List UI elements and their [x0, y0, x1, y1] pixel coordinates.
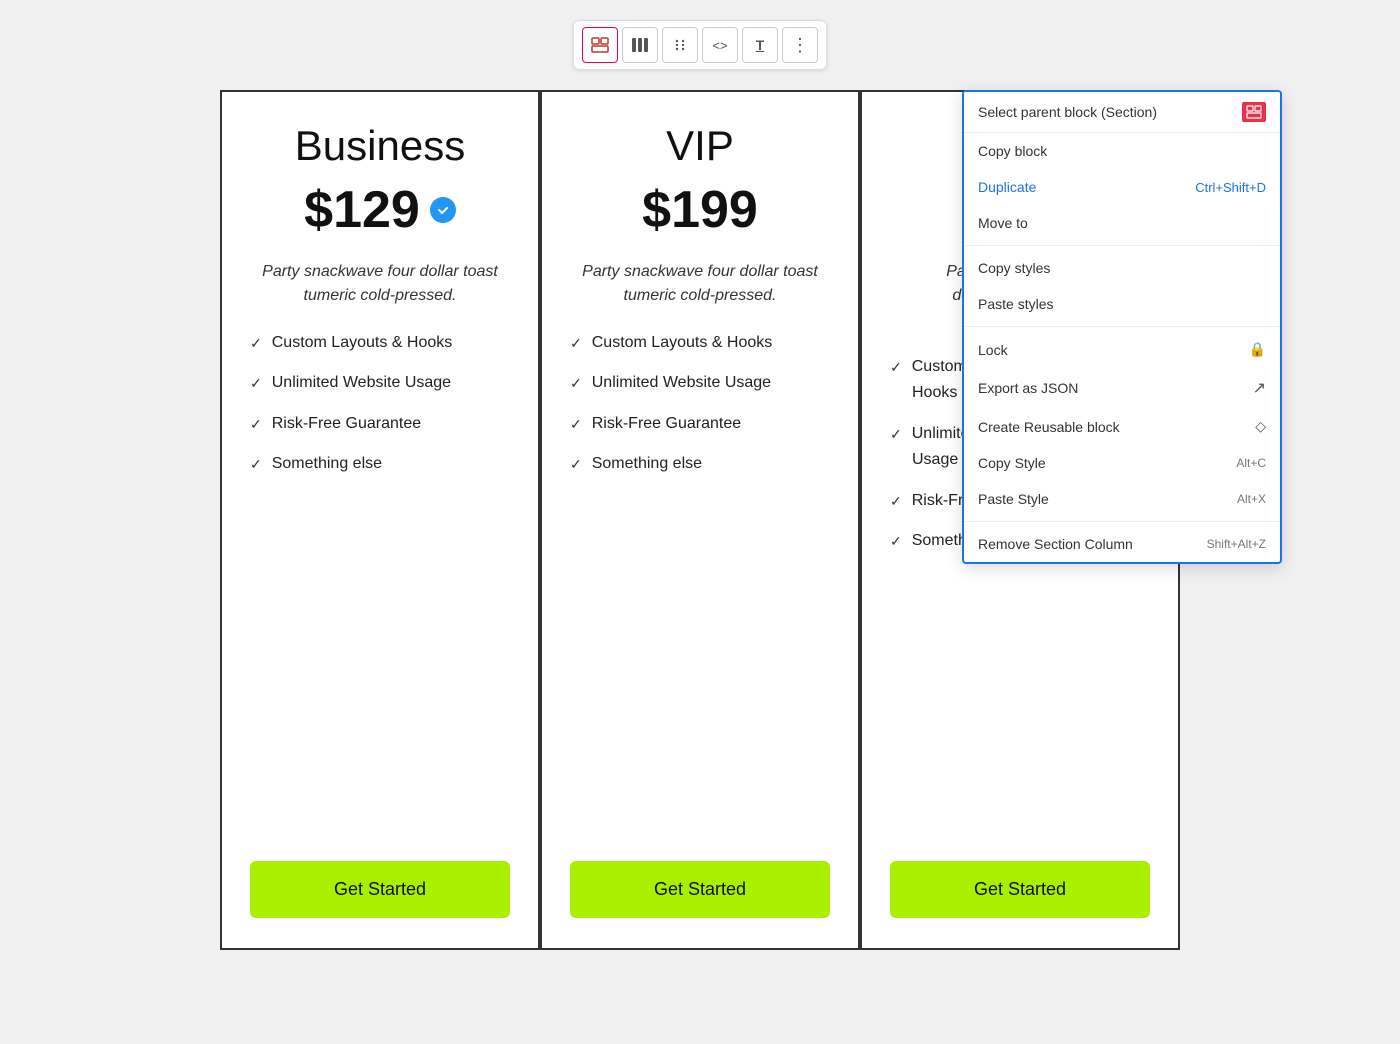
- check-mark-icon: ✓: [250, 334, 262, 354]
- section-icon-btn[interactable]: [582, 27, 618, 63]
- price-vip-1: $199: [642, 180, 758, 240]
- get-started-button-vip-1[interactable]: Get Started: [570, 861, 830, 918]
- feature-item: ✓ Unlimited Website Usage: [570, 372, 830, 394]
- check-mark-icon: ✓: [570, 374, 582, 394]
- drag-handle-btn[interactable]: [662, 27, 698, 63]
- feature-item: ✓ Risk-Free Guarantee: [250, 413, 510, 435]
- reusable-icon: ◇: [1255, 418, 1266, 435]
- main-content: Business $129 Party snackwave four dolla…: [20, 90, 1380, 950]
- check-mark-icon: ✓: [250, 455, 262, 475]
- check-mark-icon: ✓: [890, 358, 902, 378]
- divider-2: [964, 326, 1280, 327]
- editor-toolbar: <> T ⋮: [573, 20, 827, 70]
- export-json-label: Export as JSON: [978, 380, 1078, 396]
- copy-style-label: Copy Style: [978, 455, 1046, 471]
- features-list-vip-1: ✓ Custom Layouts & Hooks ✓ Unlimited Web…: [570, 332, 830, 831]
- pricing-card-vip-1: VIP $199 Party snackwave four dollar toa…: [540, 90, 860, 950]
- check-mark-icon: ✓: [570, 455, 582, 475]
- more-options-btn[interactable]: ⋮: [782, 27, 818, 63]
- create-reusable-item[interactable]: Create Reusable block ◇: [964, 408, 1280, 445]
- check-mark-icon: ✓: [890, 492, 902, 512]
- remove-section-label: Remove Section Column: [978, 536, 1133, 552]
- copy-styles-item[interactable]: Copy styles: [964, 250, 1280, 286]
- feature-item: ✓ Custom Layouts & Hooks: [570, 332, 830, 354]
- copy-style-item[interactable]: Copy Style Alt+C: [964, 445, 1280, 481]
- remove-section-shortcut: Shift+Alt+Z: [1207, 537, 1266, 551]
- check-badge-business: [430, 197, 456, 223]
- feature-text: Something else: [272, 453, 382, 475]
- price-business: $129: [304, 180, 420, 240]
- feature-item: ✓ Unlimited Website Usage: [250, 372, 510, 394]
- remove-section-item[interactable]: Remove Section Column Shift+Alt+Z: [964, 526, 1280, 562]
- context-menu: Select parent block (Section) Copy block…: [962, 90, 1282, 564]
- export-icon: ↗: [1253, 378, 1266, 398]
- feature-item: ✓ Something else: [250, 453, 510, 475]
- move-to-label: Move to: [978, 215, 1028, 231]
- lock-icon: 🔒: [1249, 341, 1266, 358]
- feature-text: Custom Layouts & Hooks: [592, 332, 773, 354]
- export-json-item[interactable]: Export as JSON ↗: [964, 368, 1280, 408]
- columns-icon-btn[interactable]: [622, 27, 658, 63]
- lock-label: Lock: [978, 342, 1008, 358]
- check-mark-icon: ✓: [570, 415, 582, 435]
- paste-style-item[interactable]: Paste Style Alt+X: [964, 481, 1280, 517]
- feature-text: Unlimited Website Usage: [272, 372, 451, 394]
- create-reusable-label: Create Reusable block: [978, 419, 1120, 435]
- text-format-btn[interactable]: T: [742, 27, 778, 63]
- features-list-business: ✓ Custom Layouts & Hooks ✓ Unlimited Web…: [250, 332, 510, 831]
- feature-item: ✓ Custom Layouts & Hooks: [250, 332, 510, 354]
- paste-style-label: Paste Style: [978, 491, 1049, 507]
- plan-name-vip-1: VIP: [570, 122, 830, 170]
- code-icon-btn[interactable]: <>: [702, 27, 738, 63]
- copy-styles-label: Copy styles: [978, 260, 1050, 276]
- feature-text: Custom Layouts & Hooks: [272, 332, 453, 354]
- feature-text: Usage: [912, 449, 958, 471]
- check-mark-icon: ✓: [250, 374, 262, 394]
- feature-text: Something else: [592, 453, 702, 475]
- divider-1: [964, 245, 1280, 246]
- paste-styles-item[interactable]: Paste styles: [964, 286, 1280, 322]
- feature-text: Risk-Free Guarantee: [272, 413, 421, 435]
- paste-styles-label: Paste styles: [978, 296, 1053, 312]
- plan-name-business: Business: [250, 122, 510, 170]
- price-row-vip-1: $199: [570, 180, 830, 240]
- feature-text: Unlimited Website Usage: [592, 372, 771, 394]
- context-menu-header-label: Select parent block (Section): [978, 104, 1157, 120]
- lock-item[interactable]: Lock 🔒: [964, 331, 1280, 368]
- feature-item: ✓ Risk-Free Guarantee: [570, 413, 830, 435]
- description-business: Party snackwave four dollar toast tumeri…: [250, 260, 510, 308]
- duplicate-shortcut: Ctrl+Shift+D: [1195, 180, 1266, 195]
- copy-block-item[interactable]: Copy block: [964, 133, 1280, 169]
- check-mark-icon: ✓: [570, 334, 582, 354]
- feature-text: Hooks: [912, 382, 957, 404]
- section-block-icon: [1242, 102, 1266, 122]
- duplicate-item[interactable]: Duplicate Ctrl+Shift+D: [964, 169, 1280, 205]
- get-started-button-business[interactable]: Get Started: [250, 861, 510, 918]
- check-mark-icon: ✓: [890, 425, 902, 445]
- check-mark-icon: ✓: [890, 532, 902, 552]
- description-vip-1: Party snackwave four dollar toast tumeri…: [570, 260, 830, 308]
- context-menu-header[interactable]: Select parent block (Section): [964, 92, 1280, 133]
- check-mark-icon: ✓: [250, 415, 262, 435]
- copy-block-label: Copy block: [978, 143, 1047, 159]
- get-started-button-vip-2[interactable]: Get Started: [890, 861, 1150, 918]
- copy-style-shortcut: Alt+C: [1236, 456, 1266, 470]
- move-to-item[interactable]: Move to: [964, 205, 1280, 241]
- feature-item: ✓ Something else: [570, 453, 830, 475]
- paste-style-shortcut: Alt+X: [1237, 492, 1266, 506]
- pricing-card-business: Business $129 Party snackwave four dolla…: [220, 90, 540, 950]
- price-row-business: $129: [250, 180, 510, 240]
- duplicate-label: Duplicate: [978, 179, 1036, 195]
- feature-text: Risk-Free Guarantee: [592, 413, 741, 435]
- divider-3: [964, 521, 1280, 522]
